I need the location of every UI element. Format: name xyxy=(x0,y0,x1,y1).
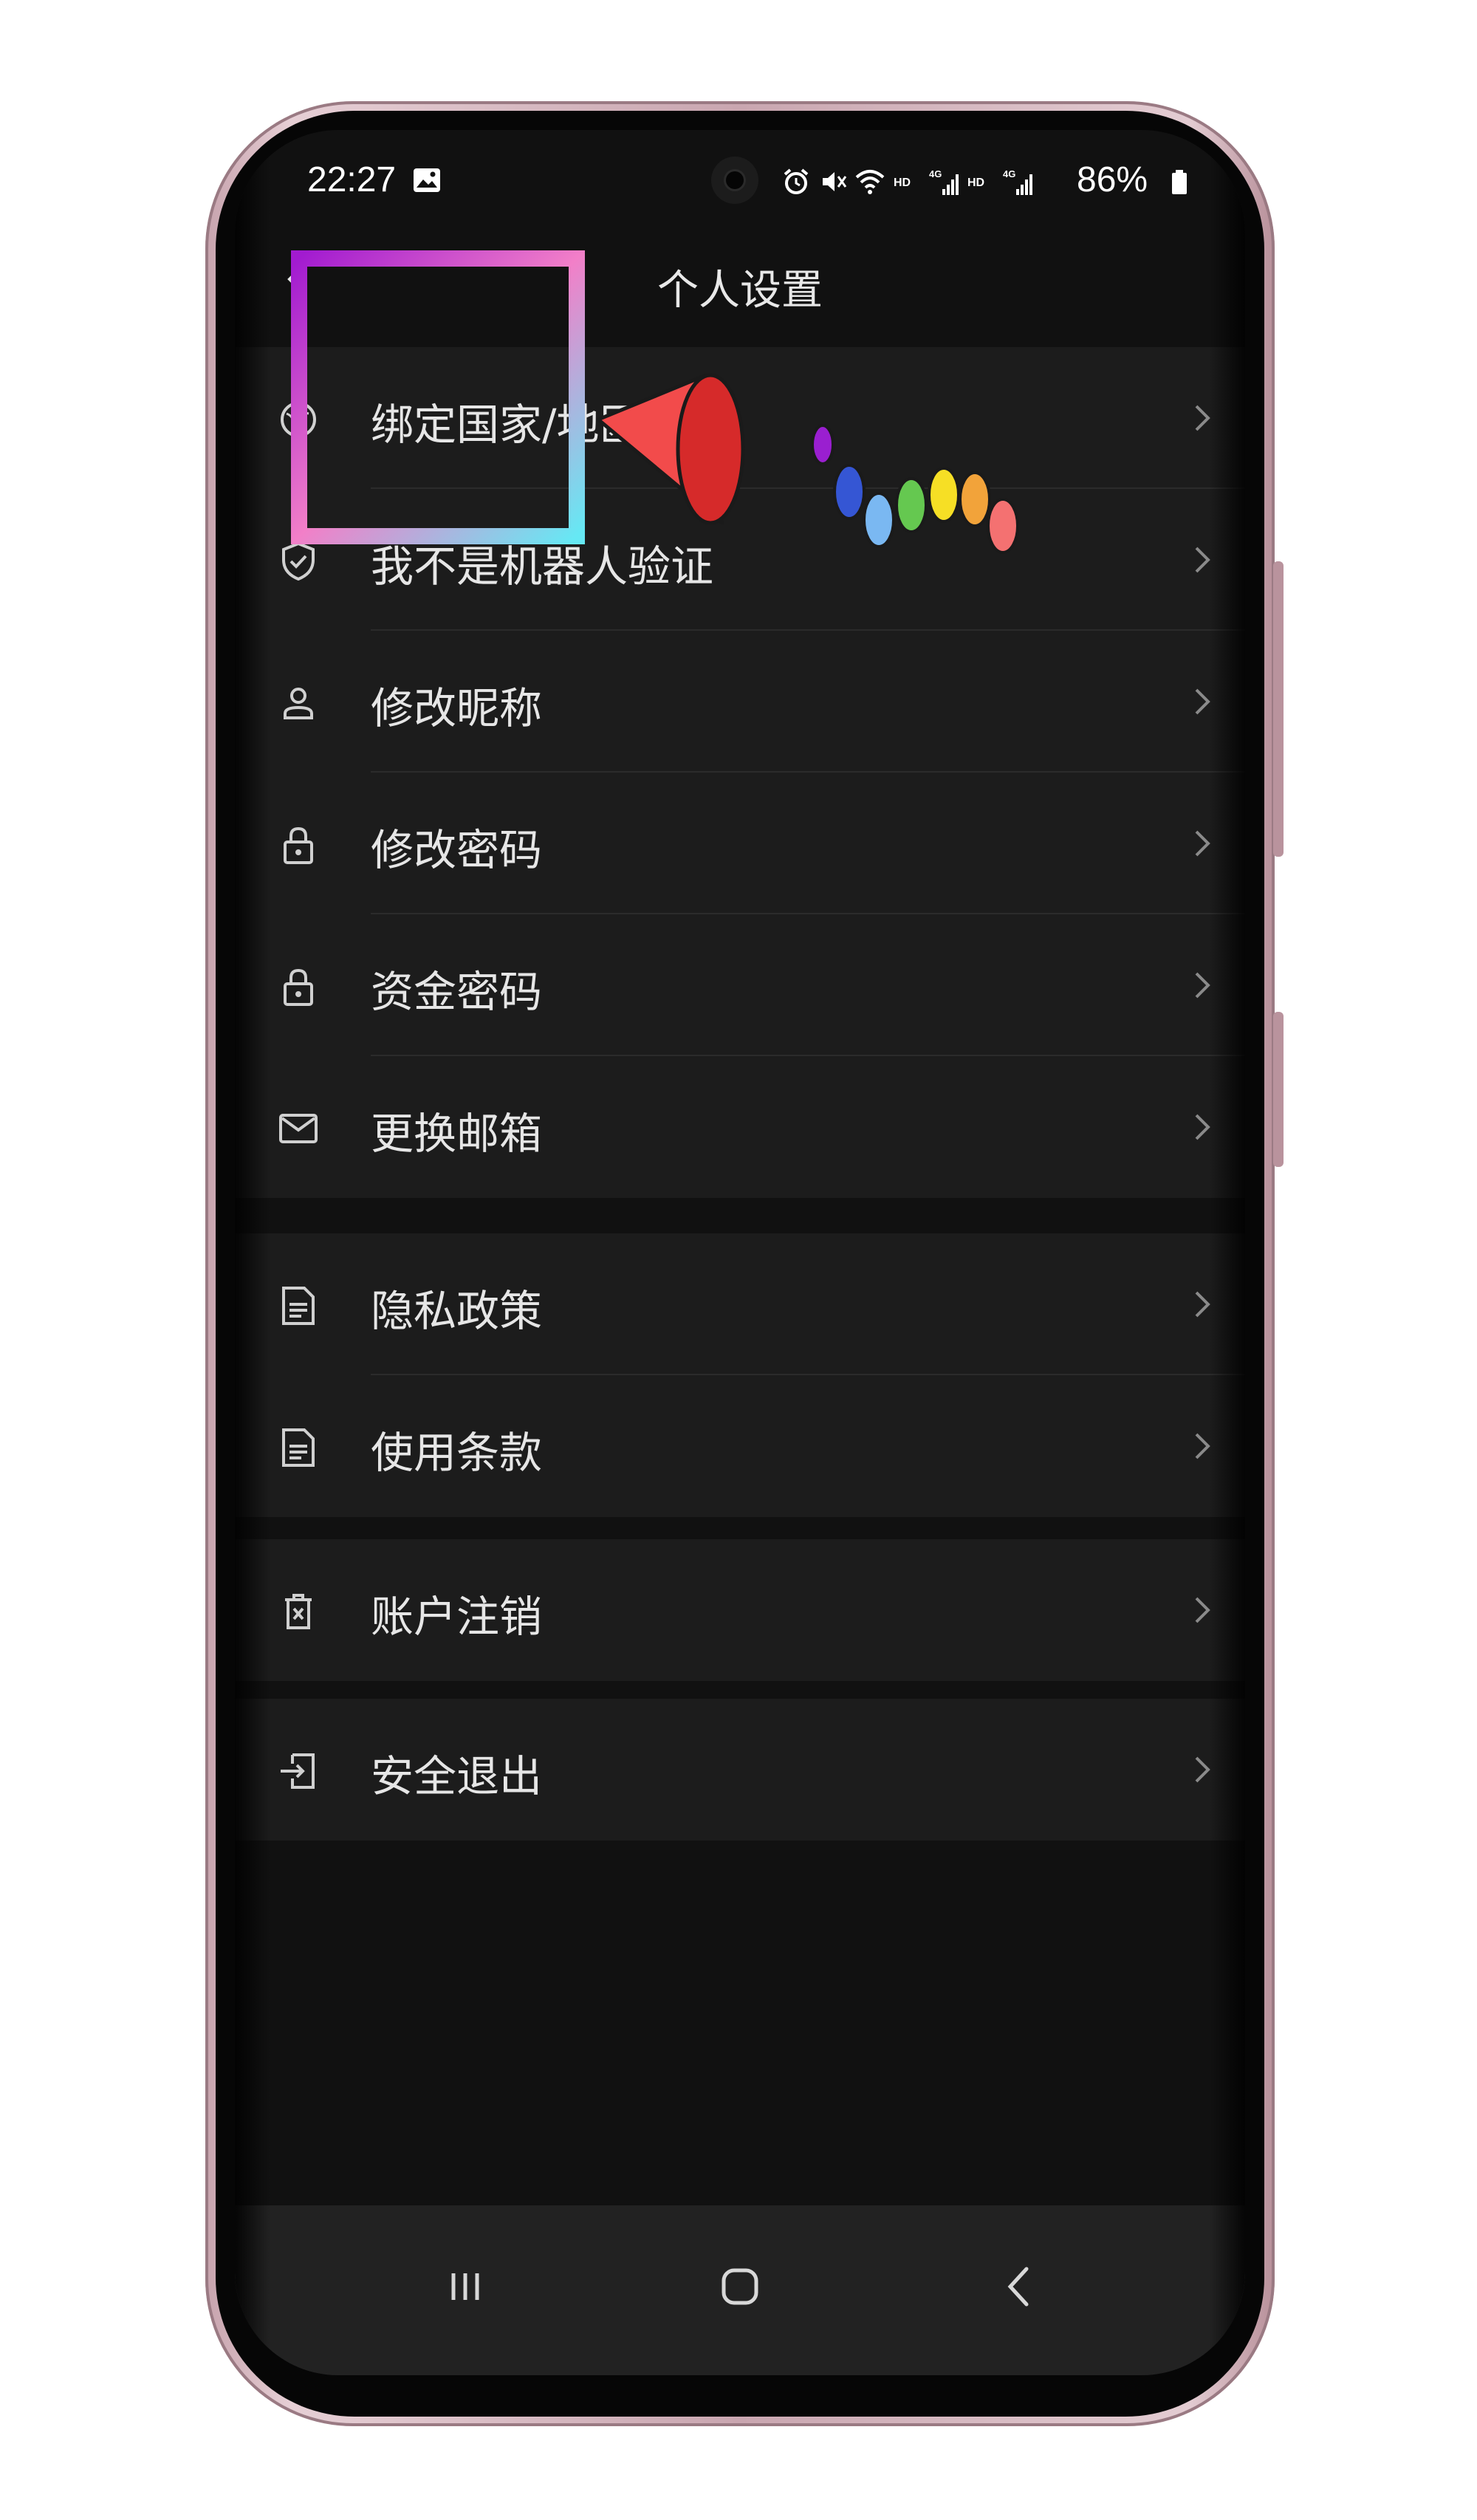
shield-check-icon xyxy=(282,541,315,581)
svg-text:4G: 4G xyxy=(929,168,942,179)
document-icon xyxy=(282,1428,315,1467)
mute-icon xyxy=(823,172,847,191)
4g-signal-icon: 4G xyxy=(929,168,959,195)
battery-icon xyxy=(1172,170,1187,194)
settings-item-label: 隐私政策 xyxy=(371,1286,543,1336)
chevron-right-icon xyxy=(1195,547,1210,573)
settings-section-logout: 安全退出 xyxy=(235,1699,1245,1841)
chevron-right-icon xyxy=(1195,830,1210,857)
chevron-right-icon xyxy=(1195,405,1210,431)
settings-item-label: 资金密码 xyxy=(371,967,543,1017)
system-nav-bar xyxy=(235,2205,1245,2375)
wifi-icon xyxy=(855,170,885,194)
svg-text:4G: 4G xyxy=(1003,168,1015,179)
status-icons: HD 4G HD 4G xyxy=(781,165,1032,198)
battery-percentage: 86% xyxy=(1077,160,1148,199)
settings-section-delete: 账户注销 xyxy=(235,1539,1245,1681)
svg-text:HD: HD xyxy=(894,177,911,189)
svg-text:HD: HD xyxy=(967,177,984,189)
document-icon xyxy=(282,1287,315,1325)
settings-item-change-password[interactable]: 修改密码 xyxy=(235,773,1245,914)
settings-item-nickname[interactable]: 修改昵称 xyxy=(235,631,1245,773)
hd-icon: HD xyxy=(967,177,984,189)
settings-item-delete-account[interactable]: 账户注销 xyxy=(235,1539,1245,1681)
lock-icon xyxy=(284,968,313,1006)
settings-item-label: 安全退出 xyxy=(371,1751,543,1801)
chevron-right-icon xyxy=(1195,1756,1210,1783)
trash-icon xyxy=(285,1594,312,1629)
4g-signal-icon: 4G xyxy=(1003,168,1032,195)
settings-item-label: 更换邮箱 xyxy=(371,1109,543,1159)
settings-item-label: 修改昵称 xyxy=(371,683,543,733)
logout-icon xyxy=(281,1753,315,1789)
highlight-box-annotation xyxy=(291,250,585,544)
mail-icon xyxy=(279,1114,318,1143)
chevron-right-icon xyxy=(1195,1433,1210,1459)
settings-item-label: 修改密码 xyxy=(371,825,543,875)
person-icon xyxy=(284,688,313,719)
settings-item-fund-password[interactable]: 资金密码 xyxy=(235,914,1245,1056)
settings-item-label: 账户注销 xyxy=(371,1592,543,1642)
settings-item-privacy-policy[interactable]: 隐私政策 xyxy=(235,1233,1245,1375)
gallery-icon xyxy=(414,168,440,192)
lock-icon xyxy=(284,826,313,864)
alarm-icon xyxy=(784,168,809,194)
status-bar: 22:27 HD 4G HD 4G 86% xyxy=(235,130,1245,233)
megaphone-pointer-icon xyxy=(596,373,1019,554)
settings-item-label: 使用条款 xyxy=(371,1428,543,1478)
chevron-right-icon xyxy=(1195,1597,1210,1623)
settings-item-terms-of-use[interactable]: 使用条款 xyxy=(235,1375,1245,1517)
settings-item-logout[interactable]: 安全退出 xyxy=(235,1699,1245,1841)
power-button xyxy=(1273,1012,1284,1167)
back-icon[interactable] xyxy=(991,2257,1050,2316)
settings-section-legal: 隐私政策 使用条款 xyxy=(235,1233,1245,1517)
home-icon[interactable] xyxy=(710,2257,770,2316)
recents-icon[interactable] xyxy=(436,2257,495,2316)
chevron-right-icon xyxy=(1195,972,1210,999)
settings-item-change-email[interactable]: 更换邮箱 xyxy=(235,1056,1245,1198)
volume-button xyxy=(1273,561,1284,857)
hd-icon: HD xyxy=(894,177,911,189)
chevron-right-icon xyxy=(1195,1114,1210,1140)
chevron-right-icon xyxy=(1195,688,1210,715)
front-camera xyxy=(711,157,758,204)
status-time: 22:27 xyxy=(307,160,397,199)
chevron-right-icon xyxy=(1195,1291,1210,1318)
